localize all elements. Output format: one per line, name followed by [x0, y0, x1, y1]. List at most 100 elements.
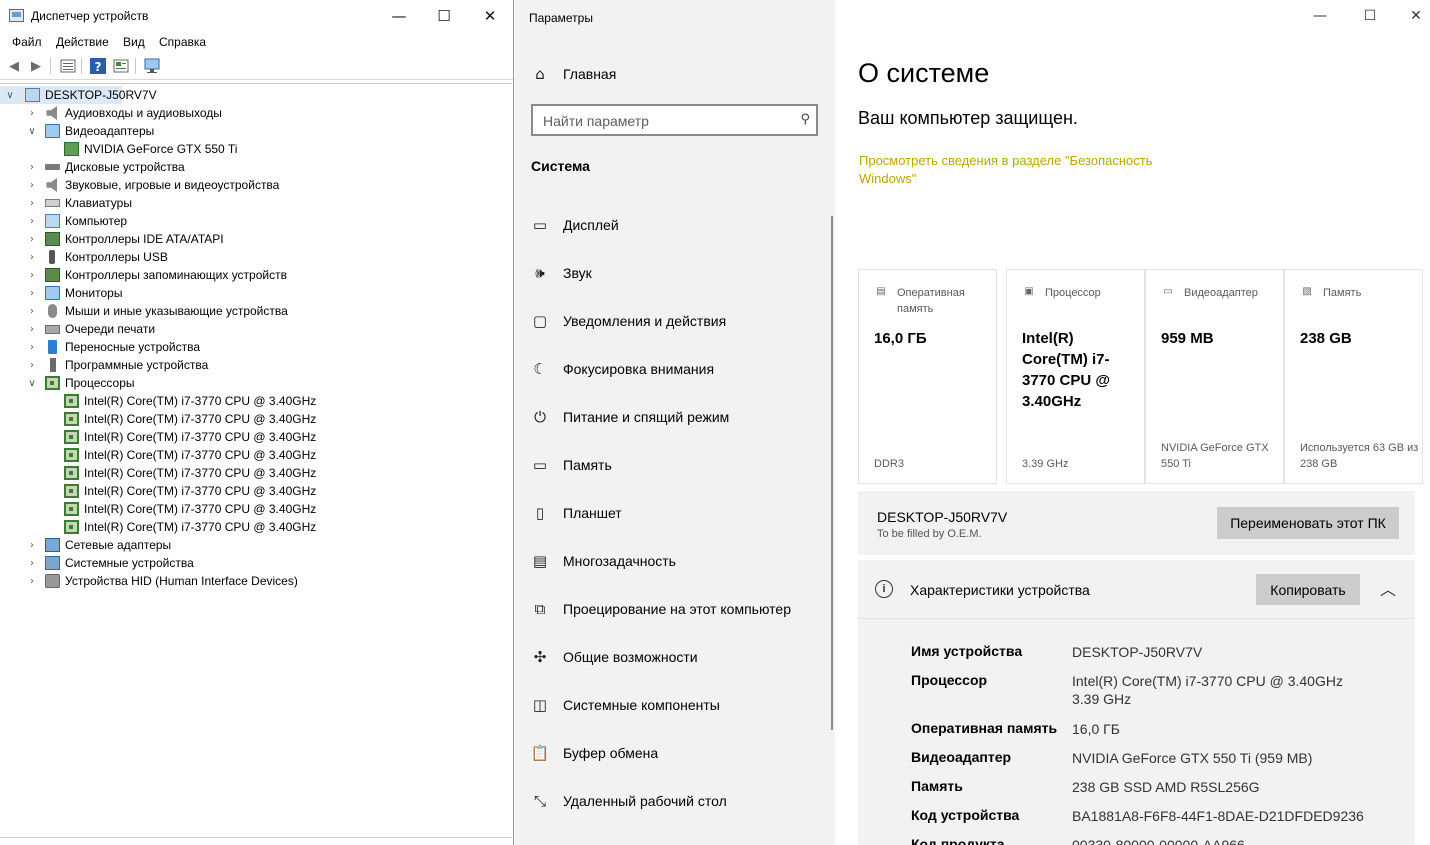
maximize-button[interactable]: ☐: [421, 0, 467, 32]
chevron-right-icon[interactable]: ›: [27, 196, 37, 210]
tree-device[interactable]: Intel(R) Core(TM) i7-3770 CPU @ 3.40GHz: [0, 500, 512, 518]
close-button[interactable]: ✕: [467, 0, 513, 32]
scan-hardware-icon[interactable]: [144, 57, 162, 74]
chevron-right-icon[interactable]: ›: [27, 556, 37, 570]
nav-item[interactable]: ▢ Уведомления и действия: [531, 311, 821, 333]
tree-category[interactable]: › Мониторы: [0, 284, 512, 302]
chevron-right-icon[interactable]: ›: [27, 268, 37, 282]
minimize-button[interactable]: —: [1297, 0, 1343, 32]
tree-device[interactable]: NVIDIA GeForce GTX 550 Ti: [0, 140, 512, 158]
processor-icon: [45, 376, 60, 390]
chevron-right-icon[interactable]: ›: [27, 232, 37, 246]
tree-category[interactable]: ∨ Видеоадаптеры: [0, 122, 512, 140]
device-properties-icon[interactable]: [112, 57, 130, 74]
chevron-right-icon[interactable]: ›: [27, 340, 37, 354]
multitasking-icon: ▤: [532, 552, 548, 570]
chevron-right-icon[interactable]: ›: [27, 538, 37, 552]
tree-category[interactable]: › Аудиовходы и аудиовыходы: [0, 104, 512, 122]
chevron-right-icon[interactable]: ›: [27, 358, 37, 372]
nav-item[interactable]: ⤡ Удаленный рабочий стол: [531, 791, 821, 813]
chevron-right-icon[interactable]: ›: [27, 106, 37, 120]
tree-device[interactable]: Intel(R) Core(TM) i7-3770 CPU @ 3.40GHz: [0, 392, 512, 410]
menu-file[interactable]: Файл: [12, 35, 42, 49]
chevron-right-icon[interactable]: ›: [27, 250, 37, 264]
chevron-down-icon[interactable]: ∨: [27, 124, 37, 138]
card-value: 959 MB: [1161, 330, 1214, 347]
chevron-up-icon[interactable]: ︿: [1380, 576, 1396, 600]
tree-device[interactable]: Intel(R) Core(TM) i7-3770 CPU @ 3.40GHz: [0, 428, 512, 446]
nav-item[interactable]: ⏻ Питание и спящий режим: [531, 407, 821, 429]
tree-category[interactable]: › Клавиатуры: [0, 194, 512, 212]
device-specs-header[interactable]: i Характеристики устройства Копировать ︿: [858, 560, 1415, 618]
chevron-right-icon[interactable]: ›: [27, 160, 37, 174]
chevron-down-icon[interactable]: ∨: [5, 88, 15, 102]
tree-category[interactable]: › Контроллеры IDE ATA/ATAPI: [0, 230, 512, 248]
tree-root[interactable]: ∨ DESKTOP-J50RV7V: [0, 86, 157, 104]
spec-value: DESKTOP-J50RV7V: [1072, 644, 1203, 660]
tree-category[interactable]: › Компьютер: [0, 212, 512, 230]
menu-help[interactable]: Справка: [159, 35, 206, 49]
chevron-right-icon[interactable]: ›: [27, 214, 37, 228]
tree-category[interactable]: › Мыши и иные указывающие устройства: [0, 302, 512, 320]
tree-category[interactable]: › Очереди печати: [0, 320, 512, 338]
copy-button[interactable]: Копировать: [1256, 574, 1360, 605]
cpu-chip-icon: [64, 484, 79, 498]
back-arrow-icon[interactable]: ◀: [5, 57, 23, 74]
chevron-right-icon[interactable]: ›: [27, 286, 37, 300]
menu-view[interactable]: Вид: [123, 35, 145, 49]
nav-item[interactable]: ▤ Многозадачность: [531, 551, 821, 573]
cpu-chip-icon: [64, 502, 79, 516]
nav-item-label: Системные компоненты: [563, 697, 720, 713]
tree-device[interactable]: Intel(R) Core(TM) i7-3770 CPU @ 3.40GHz: [0, 518, 512, 536]
nav-item[interactable]: 🕪 Звук: [531, 263, 821, 285]
nav-item[interactable]: ⧉ Проецирование на этот компьютер: [531, 599, 821, 621]
nav-item[interactable]: ▭ Дисплей: [531, 215, 821, 237]
tree-category[interactable]: › Устройства HID (Human Interface Devices…: [0, 572, 512, 590]
chevron-right-icon[interactable]: ›: [27, 574, 37, 588]
tree-category[interactable]: › Звуковые, игровые и видеоустройства: [0, 176, 512, 194]
security-link[interactable]: Просмотреть сведения в разделе "Безопасн…: [859, 152, 1199, 188]
properties-list-icon[interactable]: [59, 57, 77, 74]
card-footer: Используется 63 GB из 238 GB: [1300, 442, 1419, 470]
nav-item[interactable]: ✣ Общие возможности: [531, 647, 821, 669]
chevron-right-icon[interactable]: ›: [27, 304, 37, 318]
chevron-right-icon[interactable]: ›: [27, 322, 37, 336]
nav-item[interactable]: ◫ Системные компоненты: [531, 695, 821, 717]
spec-key: Имя устройства: [911, 643, 1023, 659]
menu-action[interactable]: Действие: [56, 35, 109, 49]
spec-value: BA1881A8-F6F8-44F1-8DAE-D21DFDED9236: [1072, 808, 1364, 824]
maximize-button[interactable]: ☐: [1347, 0, 1393, 32]
tree-category[interactable]: › Сетевые адаптеры: [0, 536, 512, 554]
tree-device-label: Intel(R) Core(TM) i7-3770 CPU @ 3.40GHz: [84, 448, 317, 462]
spec-value: 00330-80000-00000-AA966: [1072, 837, 1245, 845]
tree-device[interactable]: Intel(R) Core(TM) i7-3770 CPU @ 3.40GHz: [0, 464, 512, 482]
tree-category[interactable]: › Переносные устройства: [0, 338, 512, 356]
tree-category[interactable]: › Дисковые устройства: [0, 158, 512, 176]
forward-arrow-icon[interactable]: ▶: [27, 57, 45, 74]
minimize-button[interactable]: —: [376, 0, 422, 32]
tree-device[interactable]: Intel(R) Core(TM) i7-3770 CPU @ 3.40GHz: [0, 482, 512, 500]
nav-item[interactable]: 📋 Буфер обмена: [531, 743, 821, 765]
tree-device[interactable]: Intel(R) Core(TM) i7-3770 CPU @ 3.40GHz: [0, 446, 512, 464]
nav-item[interactable]: ▯ Планшет: [531, 503, 821, 525]
horizontal-scrollbar[interactable]: [0, 837, 512, 845]
search-input[interactable]: Найти параметр ⚲: [531, 104, 818, 136]
nav-scrollbar[interactable]: [831, 216, 833, 730]
spec-key: Память: [911, 778, 963, 794]
tree-category[interactable]: › Контроллеры USB: [0, 248, 512, 266]
ide-controller-icon: [45, 232, 60, 246]
chevron-right-icon[interactable]: ›: [27, 178, 37, 192]
close-button[interactable]: ✕: [1393, 0, 1430, 32]
tree-category[interactable]: › Системные устройства: [0, 554, 512, 572]
tree-category[interactable]: ∨ Процессоры: [0, 374, 512, 392]
tree-device[interactable]: Intel(R) Core(TM) i7-3770 CPU @ 3.40GHz: [0, 410, 512, 428]
help-icon[interactable]: ?: [89, 57, 107, 74]
tree-category[interactable]: › Контроллеры запоминающих устройств: [0, 266, 512, 284]
nav-home[interactable]: ⌂ Главная: [531, 64, 811, 84]
tree-category[interactable]: › Программные устройства: [0, 356, 512, 374]
rename-pc-button[interactable]: Переименовать этот ПК: [1217, 507, 1399, 539]
chevron-down-icon[interactable]: ∨: [27, 376, 37, 390]
tree-device-label: Intel(R) Core(TM) i7-3770 CPU @ 3.40GHz: [84, 484, 317, 498]
nav-item[interactable]: ☾ Фокусировка внимания: [531, 359, 821, 381]
nav-item[interactable]: ▭ Память: [531, 455, 821, 477]
